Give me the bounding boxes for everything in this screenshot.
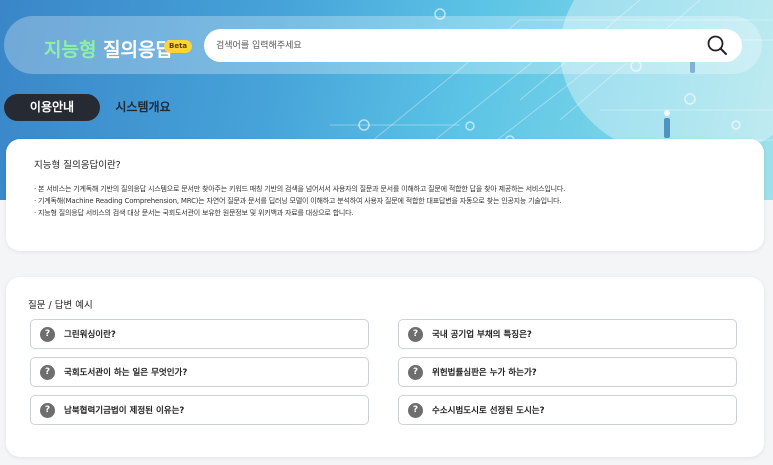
intro-line: · 지능형 질의응답 서비스의 검색 대상 문서는 국회도서관이 보유한 원문정… [34, 209, 354, 217]
example-question-text: 국내 공기업 부채의 특징은? [432, 330, 532, 340]
example-question-button[interactable]: ? 수소시범도시로 선정된 도시는? [398, 395, 737, 425]
question-circle-icon: ? [40, 364, 55, 380]
example-question-text: 위헌법률심판은 누가 하는가? [432, 368, 537, 378]
example-question-text: 그린워싱이란? [64, 330, 116, 340]
example-question-button[interactable]: ? 국회도서관이 하는 일은 무엇인가? [30, 357, 369, 387]
intro-line: · 기계독해(Machine Reading Comprehension, MR… [34, 197, 562, 205]
search-input[interactable] [204, 29, 742, 62]
logo-secondary-text: 질의응답 [96, 39, 173, 61]
intro-card: 지능형 질의응답이란? · 본 서비스는 기계독해 기반의 질의응답 시스템으로… [6, 139, 764, 251]
tab-system-overview[interactable]: 시스템개요 [108, 94, 178, 121]
example-question-button[interactable]: ? 위헌법률심판은 누가 하는가? [398, 357, 737, 387]
example-question-text: 국회도서관이 하는 일은 무엇인가? [64, 368, 188, 378]
question-circle-icon: ? [408, 402, 423, 418]
search-icon[interactable] [706, 34, 728, 56]
question-circle-icon: ? [408, 326, 423, 342]
logo-primary-text: 지능형 [44, 39, 97, 61]
examples-title: 질문 / 답변 예시 [28, 300, 93, 311]
service-logo[interactable]: 지능형 질의응답 [44, 35, 173, 62]
question-circle-icon: ? [40, 402, 55, 418]
examples-card: 질문 / 답변 예시 ? 그린워싱이란? ? 국회도서관이 하는 일은 무엇인가… [6, 277, 764, 457]
example-question-button[interactable]: ? 국내 공기업 부채의 특징은? [398, 319, 737, 349]
example-question-button[interactable]: ? 그린워싱이란? [30, 319, 369, 349]
example-question-text: 수소시범도시로 선정된 도시는? [432, 406, 545, 416]
beta-badge: Beta [164, 40, 193, 53]
question-circle-icon: ? [40, 326, 55, 342]
example-question-button[interactable]: ? 남북협력기금법이 제정된 이유는? [30, 395, 369, 425]
example-question-text: 남북협력기금법이 제정된 이유는? [64, 406, 185, 416]
tab-usage-guide[interactable]: 이용안내 [4, 94, 100, 121]
intro-line: · 본 서비스는 기계독해 기반의 질의응답 시스템으로 문서만 찾아주는 키워… [34, 185, 566, 193]
intro-title: 지능형 질의응답이란? [34, 160, 121, 171]
question-circle-icon: ? [408, 364, 423, 380]
